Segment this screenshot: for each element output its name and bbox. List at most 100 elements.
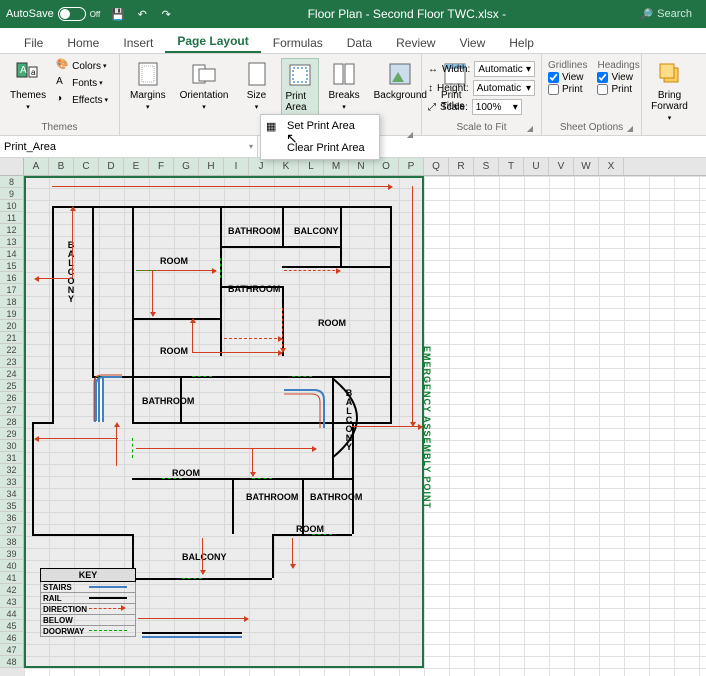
column-header[interactable]: K bbox=[274, 158, 299, 175]
column-header[interactable]: M bbox=[324, 158, 349, 175]
column-header[interactable]: H bbox=[199, 158, 224, 175]
bring-forward-button[interactable]: Bring Forward▾ bbox=[648, 58, 691, 124]
autosave-toggle[interactable]: AutoSave Off bbox=[6, 7, 100, 21]
row-header[interactable]: 8 bbox=[0, 176, 24, 188]
breaks-button[interactable]: Breaks▾ bbox=[325, 58, 364, 113]
row-header[interactable]: 40 bbox=[0, 560, 24, 572]
row-header[interactable]: 44 bbox=[0, 608, 24, 620]
row-header[interactable]: 18 bbox=[0, 296, 24, 308]
tab-page-layout[interactable]: Page Layout bbox=[165, 30, 260, 53]
tab-view[interactable]: View bbox=[447, 32, 497, 53]
height-combo[interactable]: Automatic▾ bbox=[473, 80, 535, 96]
launcher-icon[interactable]: ◢ bbox=[627, 124, 633, 133]
headings-print-checkbox[interactable]: Print bbox=[597, 84, 639, 95]
column-header[interactable]: X bbox=[599, 158, 624, 175]
column-header[interactable]: A bbox=[24, 158, 49, 175]
row-header[interactable]: 29 bbox=[0, 428, 24, 440]
launcher-icon[interactable]: ◢ bbox=[527, 124, 533, 133]
save-icon[interactable]: 💾 bbox=[110, 6, 126, 22]
column-header[interactable]: R bbox=[449, 158, 474, 175]
row-header[interactable]: 22 bbox=[0, 344, 24, 356]
row-header[interactable]: 35 bbox=[0, 500, 24, 512]
gridlines-print-checkbox[interactable]: Print bbox=[548, 84, 587, 95]
tab-help[interactable]: Help bbox=[497, 32, 546, 53]
tab-insert[interactable]: Insert bbox=[111, 32, 165, 53]
row-header[interactable]: 9 bbox=[0, 188, 24, 200]
cells-canvas[interactable]: EMERGENCY ASSEMBLY POINT bbox=[24, 176, 706, 676]
select-all-corner[interactable] bbox=[0, 158, 24, 175]
row-header[interactable]: 30 bbox=[0, 440, 24, 452]
column-header[interactable]: J bbox=[249, 158, 274, 175]
column-header[interactable]: E bbox=[124, 158, 149, 175]
column-header[interactable]: U bbox=[524, 158, 549, 175]
orientation-button[interactable]: Orientation▾ bbox=[176, 58, 233, 113]
row-header[interactable]: 28 bbox=[0, 416, 24, 428]
row-header[interactable]: 21 bbox=[0, 332, 24, 344]
column-header[interactable]: D bbox=[99, 158, 124, 175]
row-header[interactable]: 41 bbox=[0, 572, 24, 584]
headings-view-checkbox[interactable]: View bbox=[597, 72, 639, 83]
effects-button[interactable]: ◑Effects ▾ bbox=[56, 92, 108, 108]
row-header[interactable]: 36 bbox=[0, 512, 24, 524]
column-header[interactable]: L bbox=[299, 158, 324, 175]
row-header[interactable]: 37 bbox=[0, 524, 24, 536]
scale-combo[interactable]: 100%▾ bbox=[472, 99, 522, 115]
row-header[interactable]: 10 bbox=[0, 200, 24, 212]
column-header[interactable]: N bbox=[349, 158, 374, 175]
launcher-icon[interactable]: ◢ bbox=[407, 130, 413, 139]
tab-data[interactable]: Data bbox=[335, 32, 384, 53]
row-header[interactable]: 38 bbox=[0, 536, 24, 548]
row-header[interactable]: 12 bbox=[0, 224, 24, 236]
tab-formulas[interactable]: Formulas bbox=[261, 32, 335, 53]
row-header[interactable]: 17 bbox=[0, 284, 24, 296]
row-header[interactable]: 26 bbox=[0, 392, 24, 404]
row-header[interactable]: 16 bbox=[0, 272, 24, 284]
column-header[interactable]: V bbox=[549, 158, 574, 175]
column-header[interactable]: T bbox=[499, 158, 524, 175]
margins-button[interactable]: Margins▾ bbox=[126, 58, 170, 113]
row-header[interactable]: 19 bbox=[0, 308, 24, 320]
column-header[interactable]: O bbox=[374, 158, 399, 175]
set-print-area-item[interactable]: ▦Set Print Area bbox=[261, 115, 379, 137]
fonts-button[interactable]: AFonts ▾ bbox=[56, 75, 108, 91]
row-header[interactable]: 34 bbox=[0, 488, 24, 500]
row-header[interactable]: 45 bbox=[0, 620, 24, 632]
row-header[interactable]: 32 bbox=[0, 464, 24, 476]
themes-button[interactable]: Aa Themes ▾ bbox=[6, 58, 50, 113]
row-header[interactable]: 33 bbox=[0, 476, 24, 488]
row-header[interactable]: 31 bbox=[0, 452, 24, 464]
row-header[interactable]: 11 bbox=[0, 212, 24, 224]
row-header[interactable]: 25 bbox=[0, 380, 24, 392]
row-header[interactable]: 46 bbox=[0, 632, 24, 644]
column-header[interactable]: C bbox=[74, 158, 99, 175]
gridlines-view-checkbox[interactable]: View bbox=[548, 72, 587, 83]
tab-file[interactable]: File bbox=[12, 32, 55, 53]
tab-home[interactable]: Home bbox=[55, 32, 111, 53]
column-header[interactable]: Q bbox=[424, 158, 449, 175]
column-header[interactable]: G bbox=[174, 158, 199, 175]
width-combo[interactable]: Automatic▾ bbox=[474, 61, 535, 77]
column-header[interactable]: B bbox=[49, 158, 74, 175]
colors-button[interactable]: 🎨Colors ▾ bbox=[56, 58, 108, 74]
column-header[interactable]: I bbox=[224, 158, 249, 175]
column-header[interactable]: S bbox=[474, 158, 499, 175]
clear-print-area-item[interactable]: Clear Print Area bbox=[261, 137, 379, 159]
undo-icon[interactable]: ↶ bbox=[134, 6, 150, 22]
row-header[interactable]: 24 bbox=[0, 368, 24, 380]
row-header[interactable]: 39 bbox=[0, 548, 24, 560]
row-header[interactable]: 13 bbox=[0, 236, 24, 248]
redo-icon[interactable]: ↷ bbox=[158, 6, 174, 22]
row-header[interactable]: 47 bbox=[0, 644, 24, 656]
row-header[interactable]: 20 bbox=[0, 320, 24, 332]
row-header[interactable]: 43 bbox=[0, 596, 24, 608]
search-box[interactable]: 🔎 Search bbox=[639, 8, 692, 21]
row-header[interactable]: 23 bbox=[0, 356, 24, 368]
row-header[interactable]: 15 bbox=[0, 260, 24, 272]
column-header[interactable]: P bbox=[399, 158, 424, 175]
tab-review[interactable]: Review bbox=[384, 32, 447, 53]
row-header[interactable]: 48 bbox=[0, 656, 24, 668]
row-header[interactable]: 42 bbox=[0, 584, 24, 596]
row-header[interactable]: 27 bbox=[0, 404, 24, 416]
row-header[interactable]: 14 bbox=[0, 248, 24, 260]
size-button[interactable]: Size▾ bbox=[239, 58, 275, 113]
